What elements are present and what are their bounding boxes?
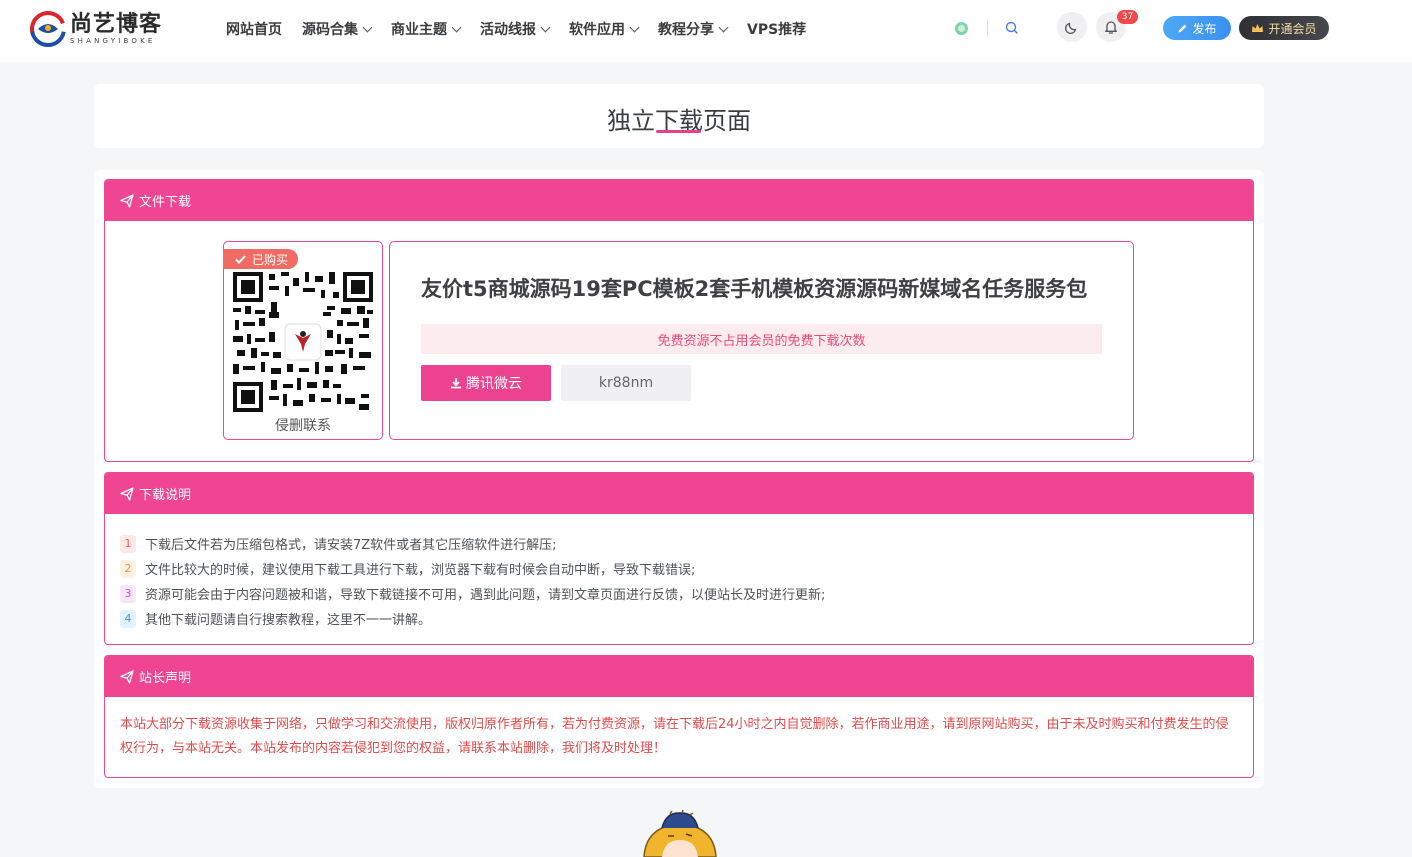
statement-text: 本站大部分下载资源收集于网络，只做学习和交流使用，版权归原作者所有，若为付费资源… — [120, 717, 1229, 756]
paper-plane-icon — [120, 193, 134, 208]
paper-plane-icon — [120, 669, 134, 684]
nav-item-home[interactable]: 网站首页 — [226, 19, 282, 39]
list-item: 1 下载后文件若为压缩包格式，请安装7Z软件或者其它压缩软件进行解压; — [120, 531, 825, 556]
nav-item-themes[interactable]: 商业主题 — [391, 19, 462, 39]
panel-header: 下载说明 — [105, 473, 1253, 514]
site-logo[interactable]: 尚艺博客 SHANGYIBOKE — [30, 11, 162, 47]
item-text: 文件比较大的时候，建议使用下载工具进行下载，浏览器下载有时候会自动中断，导致下载… — [145, 563, 696, 578]
extract-code-button[interactable]: kr88nm — [561, 365, 691, 401]
chevron-down-icon — [629, 22, 640, 32]
panel-header: 站长声明 — [105, 656, 1253, 697]
panel-header: 文件下载 — [105, 180, 1253, 221]
logo-icon — [30, 11, 66, 47]
panel-title: 站长声明 — [139, 671, 192, 686]
list-item: 4 其他下载问题请自行搜索教程，这里不一一讲解。 — [120, 606, 825, 631]
notification-count-badge: 37 — [1117, 10, 1138, 24]
download-button-label: 腾讯微云 — [466, 376, 522, 392]
nav-label: VPS推荐 — [747, 22, 807, 38]
nav-label: 商业主题 — [391, 22, 447, 38]
nav-item-source-code[interactable]: 源码合集 — [302, 19, 373, 39]
paper-plane-icon — [120, 486, 134, 501]
logo-text-cn: 尚艺博客 — [70, 11, 163, 37]
qr-code-image — [233, 272, 373, 412]
item-number: 3 — [120, 584, 136, 603]
item-number: 4 — [120, 609, 136, 628]
nav-label: 网站首页 — [226, 22, 282, 38]
nav-label: 活动线报 — [480, 22, 536, 38]
page-title-card: 独立下载页面 — [94, 84, 1264, 148]
logo-text-en: SHANGYIBOKE — [70, 37, 156, 45]
chevron-down-icon — [540, 22, 551, 32]
crown-icon — [1252, 23, 1264, 32]
nav-label: 教程分享 — [658, 22, 714, 38]
main-nav: 网站首页 源码合集 商业主题 活动线报 软件应用 教程分享 VPS推荐 — [226, 18, 826, 40]
purchased-badge: 已购买 — [223, 249, 298, 269]
list-item: 2 文件比较大的时候，建议使用下载工具进行下载，浏览器下载有时候会自动中断，导致下… — [120, 556, 825, 581]
bell-icon — [1105, 21, 1117, 34]
qr-caption: 侵删联系 — [275, 418, 331, 434]
moon-icon — [1064, 22, 1077, 35]
publish-button[interactable]: 发布 — [1163, 16, 1231, 40]
publish-label: 发布 — [1192, 21, 1217, 36]
item-number: 1 — [120, 534, 136, 553]
pencil-icon — [1178, 24, 1187, 32]
dark-mode-button[interactable] — [1057, 12, 1087, 42]
nav-label: 源码合集 — [302, 22, 358, 38]
item-text: 下载后文件若为压缩包格式，请安装7Z软件或者其它压缩软件进行解压; — [145, 538, 557, 553]
panel-title: 下载说明 — [139, 488, 192, 503]
panel-title: 文件下载 — [139, 195, 192, 210]
download-button[interactable]: 腾讯微云 — [421, 365, 551, 401]
header-divider — [987, 19, 988, 37]
vip-label: 开通会员 — [1268, 21, 1317, 36]
chevron-down-icon — [362, 22, 373, 32]
resource-title: 友价t5商城源码19套PC模板2套手机模板资源源码新媒域名任务服务包 — [421, 277, 1088, 301]
nav-item-vps[interactable]: VPS推荐 — [747, 19, 806, 39]
nav-item-deals[interactable]: 活动线报 — [480, 19, 551, 39]
user-status-icon[interactable] — [955, 22, 968, 35]
item-number: 2 — [120, 559, 136, 578]
chevron-down-icon — [451, 22, 462, 32]
check-icon — [235, 254, 246, 264]
vip-button[interactable]: 开通会员 — [1239, 16, 1329, 40]
purchased-label: 已购买 — [252, 252, 289, 267]
nav-item-software[interactable]: 软件应用 — [569, 19, 640, 39]
list-item: 3 资源可能会由于内容问题被和谐，导致下载链接不可用，遇到此问题，请到文章页面进行… — [120, 581, 825, 606]
title-underline — [656, 130, 701, 133]
search-icon[interactable] — [1004, 20, 1020, 36]
instructions-list: 1 下载后文件若为压缩包格式，请安装7Z软件或者其它压缩软件进行解压; 2 文件比较… — [120, 531, 825, 631]
item-text: 其他下载问题请自行搜索教程，这里不一一讲解。 — [145, 613, 432, 628]
download-icon — [451, 378, 461, 389]
nav-item-tutorials[interactable]: 教程分享 — [658, 19, 729, 39]
free-download-notice: 免费资源不占用会员的免费下载次数 — [421, 324, 1102, 354]
mascot-illustration — [643, 810, 717, 857]
chevron-down-icon — [718, 22, 729, 32]
top-header: 尚艺博客 SHANGYIBOKE 网站首页 源码合集 商业主题 活动线报 软件应… — [0, 0, 1412, 62]
item-text: 资源可能会由于内容问题被和谐，导致下载链接不可用，遇到此问题，请到文章页面进行反… — [145, 588, 826, 603]
nav-label: 软件应用 — [569, 22, 625, 38]
